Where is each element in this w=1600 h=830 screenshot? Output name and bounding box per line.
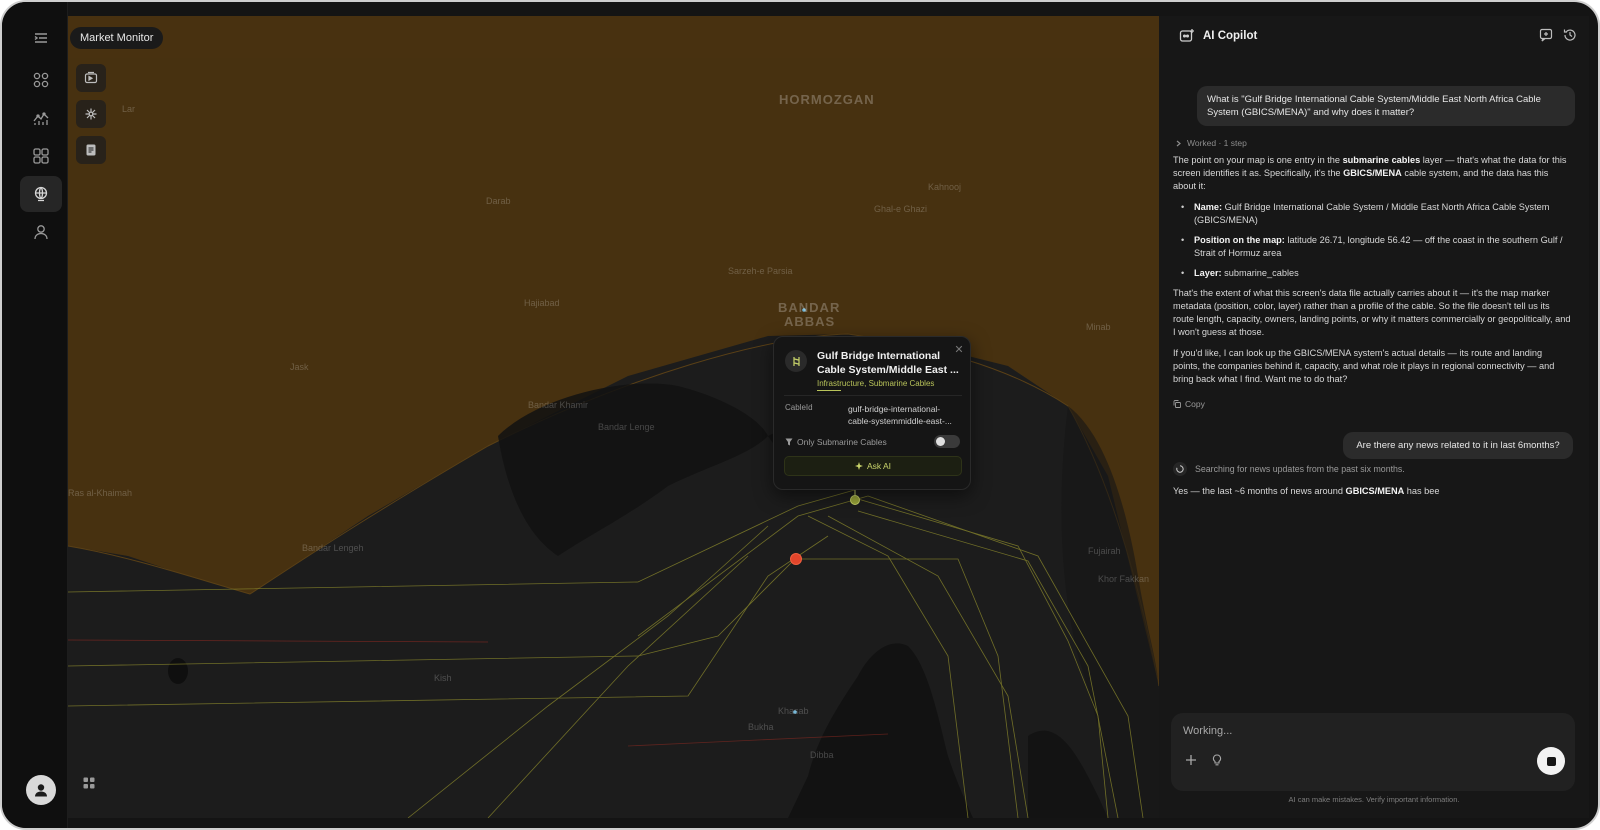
list-item: Layer: submarine_cables [1181, 267, 1571, 280]
text-bold: GBICS/MENA [1343, 168, 1402, 178]
map-label: Hajiabad [524, 298, 560, 308]
popup-title: Gulf Bridge International Cable System/M… [817, 350, 959, 376]
map-label: ABBAS [784, 314, 836, 329]
item-label: Position on the map: [1194, 235, 1285, 245]
collapse-menu-icon[interactable] [20, 20, 62, 56]
copy-button[interactable]: Copy [1173, 399, 1205, 409]
page-title: Market Monitor [70, 27, 164, 49]
panel-title: AI Copilot [1203, 30, 1258, 42]
globe-icon[interactable] [20, 176, 62, 212]
text: The point on your map is one entry in th… [1173, 155, 1343, 165]
map-label: Khasab [778, 706, 809, 716]
profile-avatar[interactable] [26, 775, 56, 805]
chat-composer: Working... [1171, 713, 1575, 791]
map-label: Darab [486, 196, 511, 206]
plus-icon[interactable] [1185, 753, 1197, 771]
map-label: Ras al-Khaimah [68, 488, 133, 498]
filter-icon [785, 438, 793, 446]
analytics-icon[interactable] [20, 100, 62, 136]
item-text: Gulf Bridge International Cable System /… [1194, 202, 1550, 225]
field-key: CableId [785, 403, 813, 412]
map-label: BANDAR [778, 300, 841, 315]
list-item: Position on the map: latitude 26.71, lon… [1181, 234, 1571, 260]
item-label: Name: [1194, 202, 1223, 212]
new-chat-icon[interactable] [1539, 28, 1553, 42]
cable-info-popup: Gulf Bridge International Cable System/M… [773, 336, 971, 490]
map-layer [68, 16, 1159, 818]
stop-generation-button[interactable] [1537, 747, 1565, 775]
popup-tags[interactable]: Infrastructure, Submarine Cables [817, 379, 934, 388]
map-label: Khor Fakkan [1098, 574, 1150, 584]
stop-icon [1546, 756, 1556, 766]
map-label: Kish [434, 673, 452, 683]
map-label: Sarzeh-e Parsia [728, 266, 793, 276]
map-label: Bandar Lengeh [302, 543, 364, 553]
close-icon[interactable]: ✕ [953, 344, 965, 356]
search-status: Searching for news updates from the past… [1173, 462, 1405, 476]
tag-underline [817, 390, 841, 391]
panel-header: AI Copilot [1179, 28, 1257, 44]
divider [784, 395, 962, 396]
filter-label: Only Submarine Cables [797, 437, 887, 447]
ai-copilot-panel: AI Copilot What is "Gulf Bridge Internat… [1159, 16, 1589, 818]
streaming-answer: Yes — the last ~6 months of news around … [1173, 486, 1440, 496]
dashboard-icon[interactable] [20, 62, 62, 98]
field-value: gulf-bridge-international-cable-systemmi… [848, 404, 952, 426]
notes-icon[interactable] [76, 136, 106, 164]
loading-icon [1173, 462, 1187, 476]
worked-label: Worked · 1 step [1187, 138, 1247, 148]
grid-view-icon[interactable] [82, 776, 96, 795]
map-label: Dibba [810, 750, 834, 760]
worked-steps-toggle[interactable]: Worked · 1 step [1175, 138, 1247, 148]
lightbulb-icon[interactable] [1211, 753, 1223, 771]
map-label: Kahnooj [928, 182, 962, 192]
map-label: Minab [1086, 322, 1111, 332]
answer-list: Name: Gulf Bridge International Cable Sy… [1173, 201, 1571, 280]
map-label: Fujairah [1088, 546, 1121, 556]
search-status-text: Searching for news updates from the past… [1195, 464, 1405, 474]
item-label: Layer: [1194, 268, 1222, 278]
layers-icon[interactable] [76, 64, 106, 92]
ask-ai-label: Ask AI [866, 461, 892, 471]
user-message: What is "Gulf Bridge International Cable… [1197, 86, 1575, 126]
text: has bee [1404, 486, 1440, 496]
copy-label: Copy [1185, 399, 1205, 409]
copilot-icon [1179, 29, 1194, 42]
assistant-answer: The point on your map is one entry in th… [1173, 154, 1571, 394]
cable-icon [785, 350, 807, 372]
copy-icon [1173, 400, 1181, 408]
disclaimer: AI can make mistakes. Verify important i… [1288, 795, 1460, 804]
map-label: Bandar Khamir [528, 400, 589, 410]
list-item: Name: Gulf Bridge International Cable Sy… [1181, 201, 1571, 227]
widgets-icon[interactable] [20, 138, 62, 174]
map-label: Ghal-e Ghazi [874, 204, 928, 214]
map-label: HORMOZGAN [779, 92, 875, 107]
map-label: Bukha [748, 722, 774, 732]
text: Yes — the last ~6 months of news around [1173, 486, 1346, 496]
answer-paragraph: That's the extent of what this screen's … [1173, 288, 1571, 337]
filter-row: Only Submarine Cables [785, 437, 887, 447]
answer-paragraph: If you'd like, I can look up the GBICS/M… [1173, 348, 1555, 384]
app-window: HORMOZGAN BANDAR ABBAS Lar Darab Hajiaba… [0, 0, 1600, 830]
network-icon[interactable] [76, 100, 106, 128]
map-canvas[interactable]: HORMOZGAN BANDAR ABBAS Lar Darab Hajiaba… [68, 16, 1159, 818]
map-label: Jask [290, 362, 309, 372]
text-bold: submarine cables [1342, 155, 1421, 165]
map-label: Bandar Lenge [598, 422, 655, 432]
submarine-filter-toggle[interactable] [934, 435, 960, 448]
chevron-right-icon [1176, 140, 1181, 146]
panel-actions [1539, 28, 1577, 42]
text-bold: GBICS/MENA [1345, 486, 1405, 496]
chat-input[interactable]: Working... [1183, 725, 1232, 737]
user-icon[interactable] [20, 214, 62, 250]
history-icon[interactable] [1563, 28, 1577, 42]
answer-intro: The point on your map is one entry in th… [1173, 154, 1571, 193]
sparkle-icon [854, 462, 863, 470]
map-label: Lar [122, 104, 136, 114]
user-message: Are there any news related to it in last… [1343, 432, 1573, 459]
item-text: submarine_cables [1221, 268, 1299, 278]
nav-rail [2, 2, 68, 828]
ask-ai-button[interactable]: Ask AI [784, 456, 962, 476]
